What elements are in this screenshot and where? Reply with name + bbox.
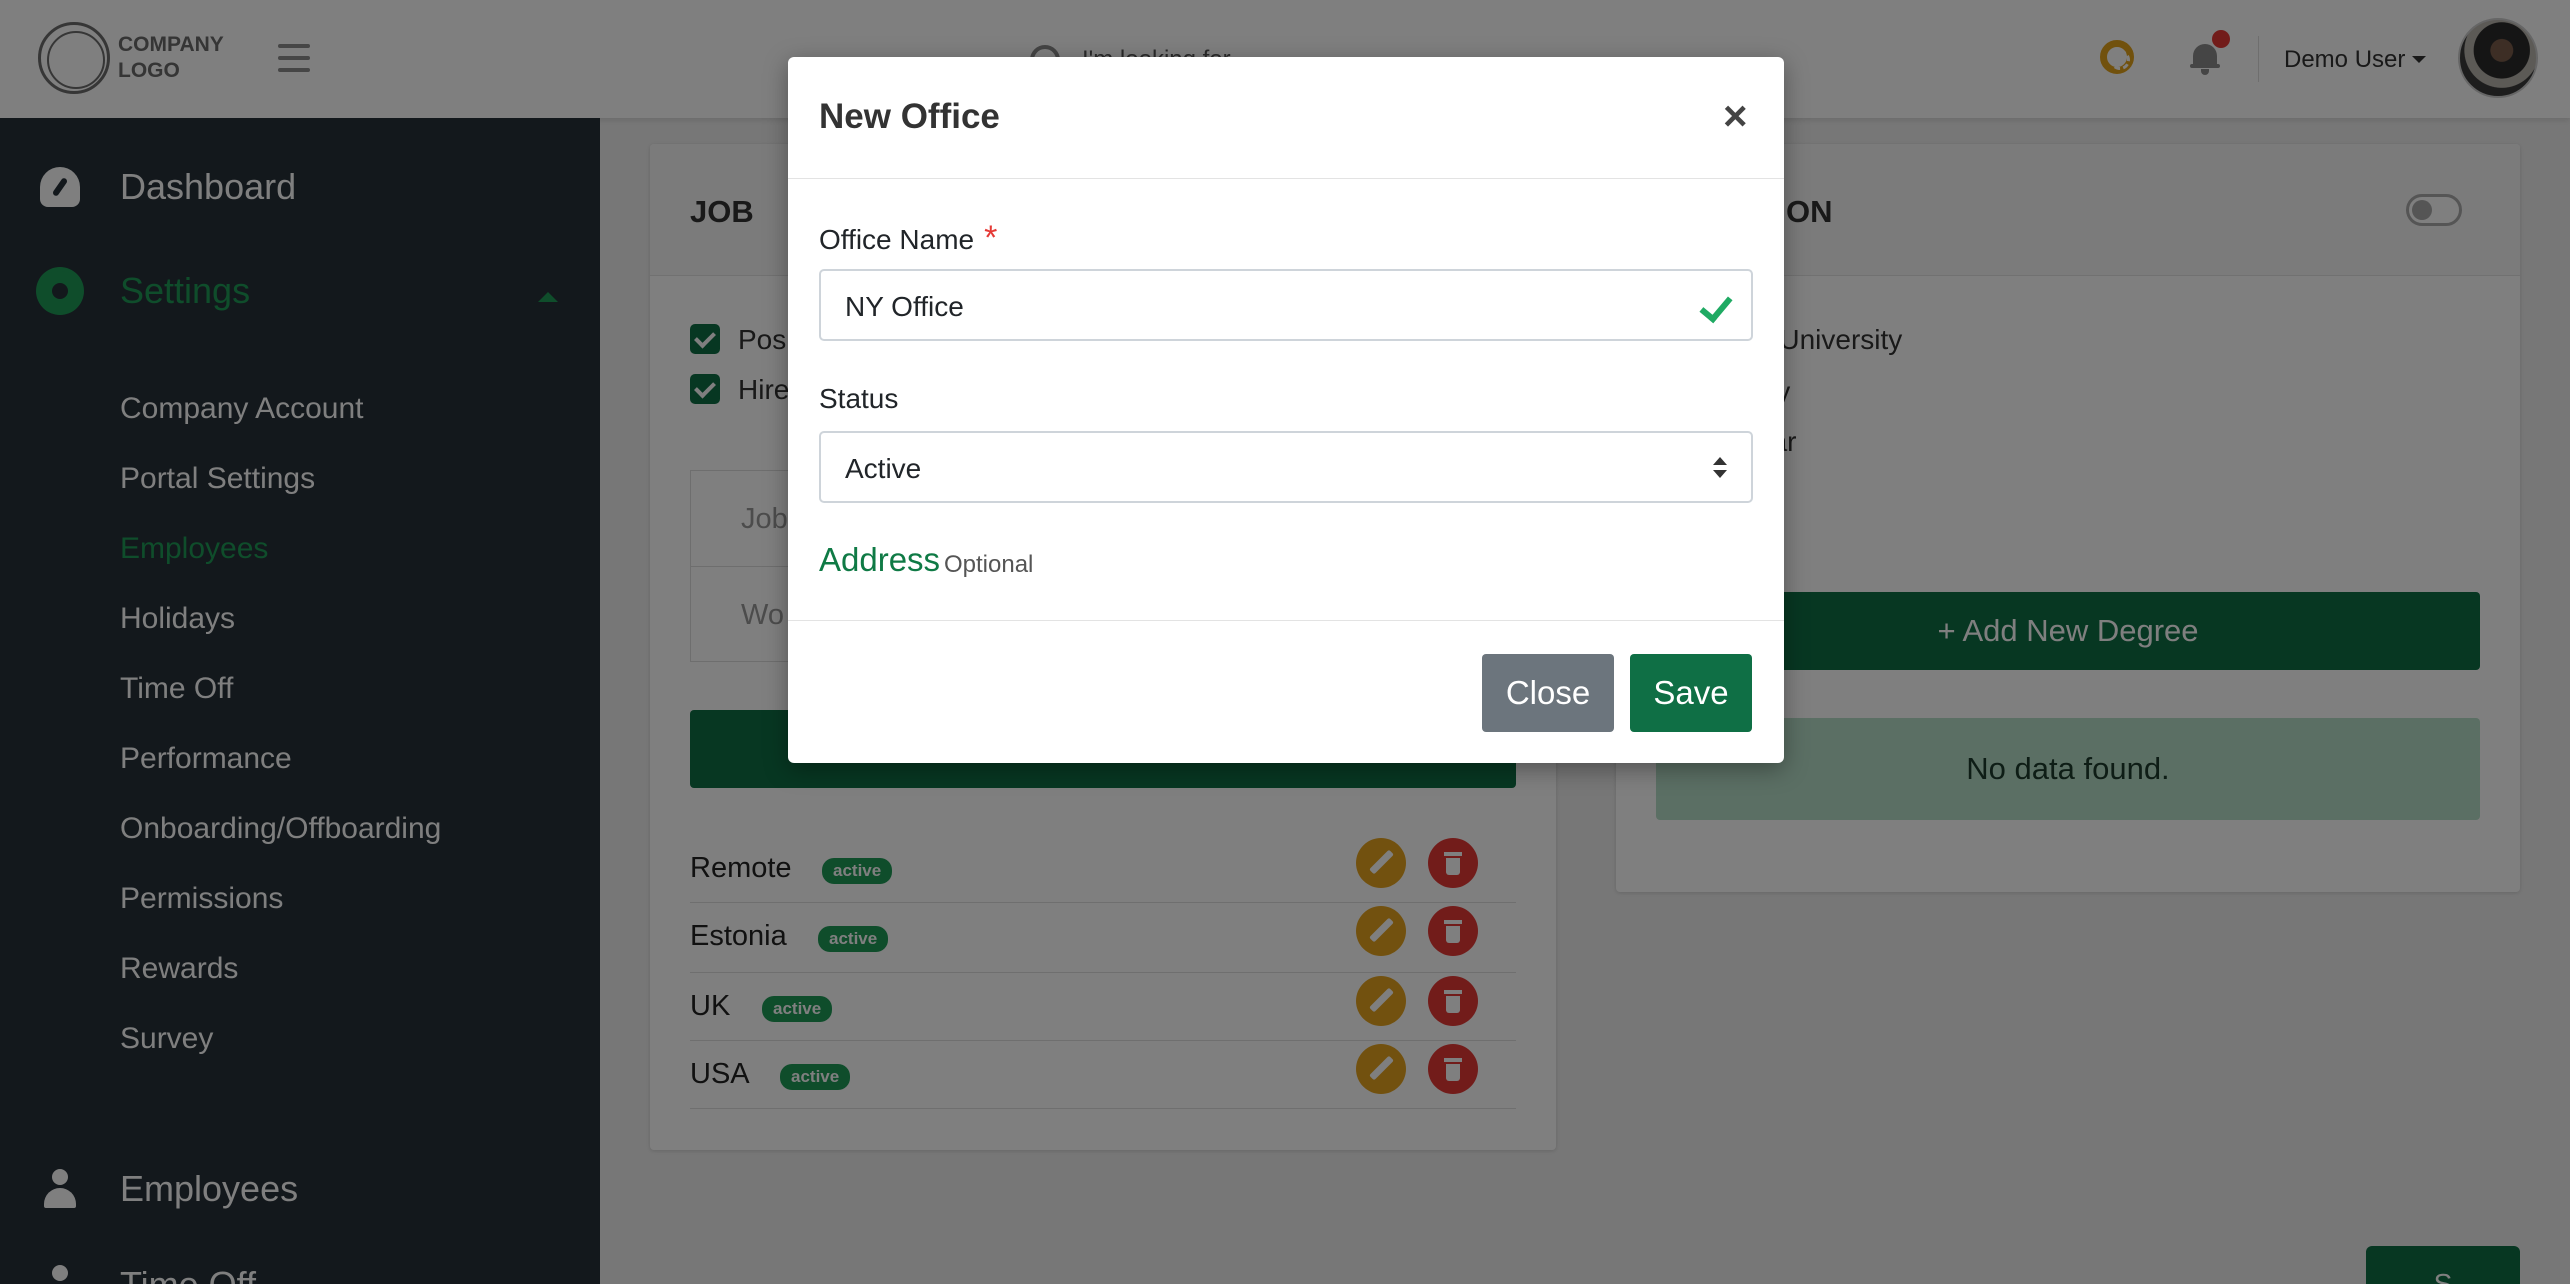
address-toggle-link[interactable]: Address bbox=[819, 541, 940, 579]
status-selected-value: Active bbox=[845, 453, 922, 484]
modal-footer-divider bbox=[788, 620, 1784, 621]
close-button[interactable]: Close bbox=[1482, 654, 1614, 732]
status-label: Status bbox=[819, 383, 899, 414]
office-name-value: NY Office bbox=[845, 291, 964, 322]
modal-title: New Office bbox=[819, 97, 1000, 136]
close-icon[interactable]: × bbox=[1723, 95, 1748, 137]
office-name-label: Office Name * bbox=[819, 219, 998, 257]
select-arrows-icon bbox=[1713, 457, 1727, 481]
status-select[interactable]: Active bbox=[819, 431, 1753, 503]
address-optional-hint: Optional bbox=[944, 551, 1034, 578]
new-office-modal: New Office × Office Name * NY Office Stat… bbox=[788, 57, 1784, 763]
modal-header: New Office × bbox=[788, 57, 1784, 179]
save-button[interactable]: Save bbox=[1630, 654, 1752, 732]
valid-check-icon bbox=[1699, 288, 1733, 324]
office-name-field[interactable]: NY Office bbox=[819, 269, 1753, 341]
required-asterisk: * bbox=[984, 219, 998, 257]
